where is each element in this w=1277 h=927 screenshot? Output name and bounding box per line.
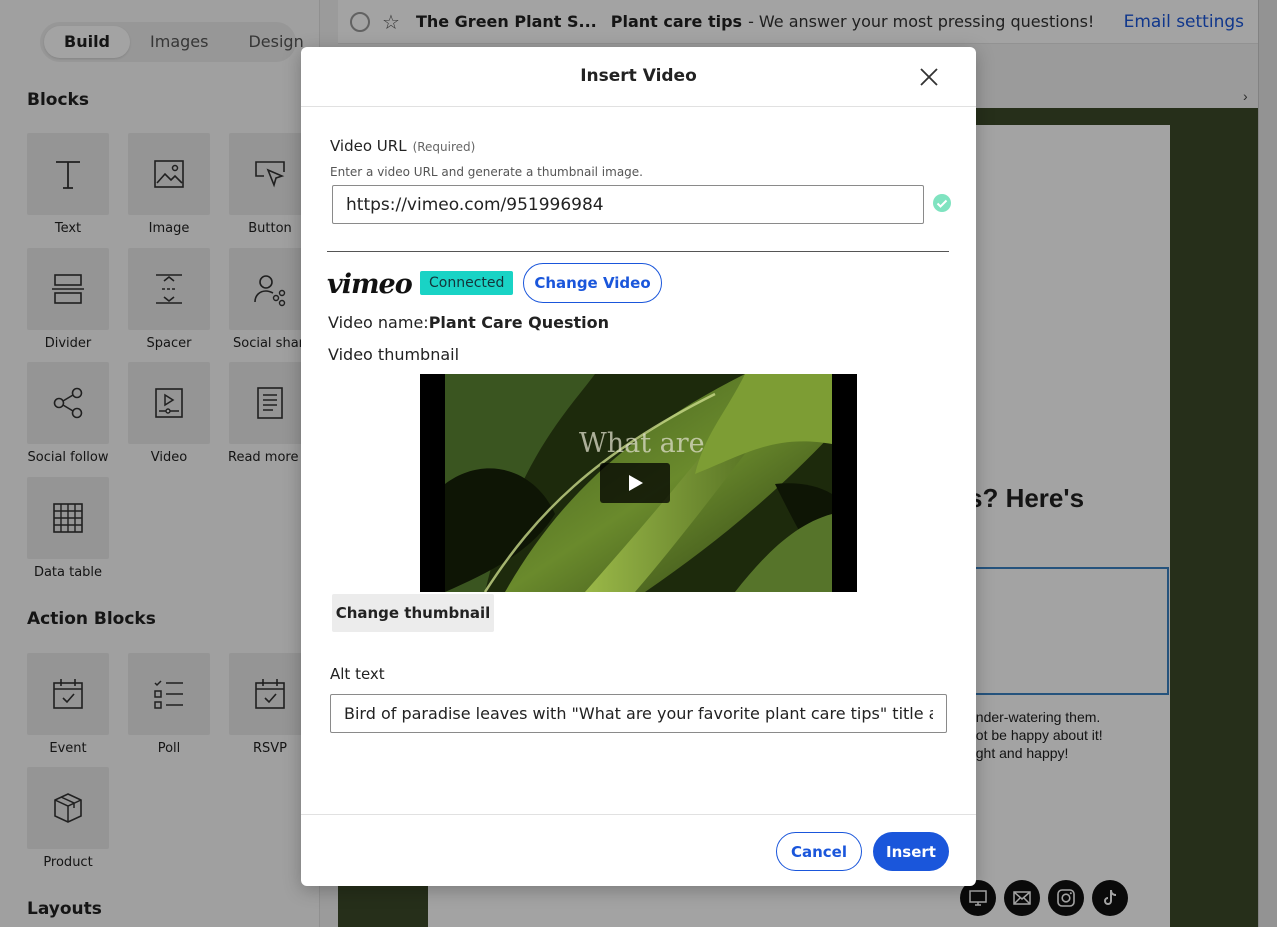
required-hint: (Required) (413, 140, 476, 154)
video-url-input[interactable] (332, 185, 924, 224)
alt-text-label: Alt text (330, 665, 385, 683)
thumbnail-overlay-text: What are (579, 428, 705, 459)
video-thumbnail-label: Video thumbnail (328, 345, 459, 364)
change-video-button[interactable]: Change Video (523, 263, 662, 303)
dialog-footer-divider (301, 814, 976, 815)
video-name-label: Video name: (328, 313, 429, 332)
valid-check-icon (932, 193, 952, 213)
insert-video-dialog: Insert Video Video URL (Required) Enter a… (301, 47, 976, 886)
alt-text-input[interactable] (330, 694, 947, 733)
video-url-help-text: Enter a video URL and generate a thumbna… (330, 165, 643, 179)
cancel-button[interactable]: Cancel (776, 832, 862, 871)
video-url-label: Video URL (Required) (330, 137, 475, 155)
section-divider (327, 251, 949, 252)
video-url-label-text: Video URL (330, 137, 407, 155)
change-thumbnail-button[interactable]: Change thumbnail (332, 594, 494, 632)
video-thumbnail: What are (420, 374, 857, 592)
play-icon (625, 473, 645, 493)
vimeo-logo: vimeo (327, 269, 412, 300)
insert-button[interactable]: Insert (873, 832, 949, 871)
connected-status-badge: Connected (420, 271, 513, 295)
dialog-header: Insert Video (301, 47, 976, 107)
close-icon[interactable] (917, 65, 941, 89)
video-name-value: Plant Care Question (429, 313, 609, 332)
dialog-title: Insert Video (301, 66, 976, 86)
play-button[interactable] (600, 463, 670, 503)
video-name: Video name:Plant Care Question (328, 313, 609, 332)
